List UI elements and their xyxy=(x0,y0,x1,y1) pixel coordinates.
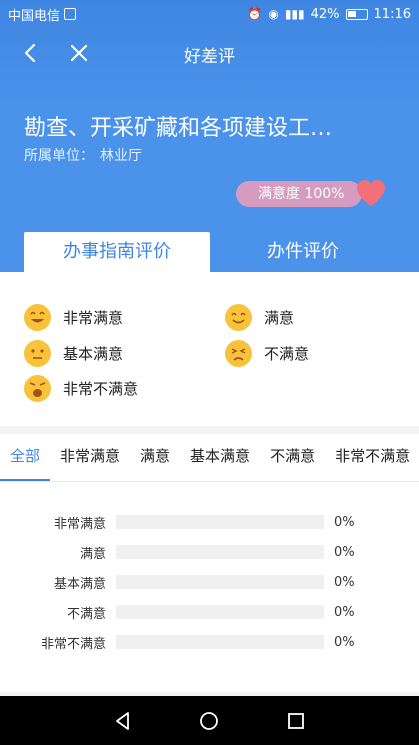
rating-percent: 0% xyxy=(334,634,355,650)
header-area: 中国电信 ⏰ ◉ ▮▮▮ 42% 11:16 好差评 勘查、开采矿藏和各项建设工… xyxy=(0,0,419,272)
satisfaction-badge: 满意度 100% xyxy=(236,181,362,207)
status-icons: ⏰ ◉ ▮▮▮ 42% 11:16 xyxy=(247,7,411,22)
legend-dissatisfied: 不满意 xyxy=(225,340,309,367)
carrier: 中国电信 xyxy=(8,5,77,24)
rating-row: 不满意 0% xyxy=(0,602,419,622)
legend-label: 不满意 xyxy=(264,345,310,363)
legend-label: 满意 xyxy=(264,309,295,327)
rating-legend: 非常满意 满意 基本满意 不满意 非常不满意 xyxy=(0,272,419,426)
legend-label: 非常不满意 xyxy=(63,380,139,398)
rating-label: 非常满意 xyxy=(53,516,106,532)
battery-percent: 42% xyxy=(310,6,340,22)
nav-bar: 好差评 xyxy=(0,28,419,80)
rating-row: 基本满意 0% xyxy=(0,572,419,592)
very-satisfied-face-icon xyxy=(24,304,51,331)
legend-very-satisfied: 非常满意 xyxy=(24,304,123,331)
system-navigation-bar xyxy=(0,696,419,745)
page-title: 好差评 xyxy=(184,47,235,67)
filter-neutral[interactable]: 基本满意 xyxy=(180,434,260,481)
satisfied-face-icon xyxy=(225,304,252,331)
filter-dissatisfied[interactable]: 不满意 xyxy=(260,434,325,481)
legend-very-dissatisfied: 非常不满意 xyxy=(24,375,138,402)
rating-bar xyxy=(116,605,324,619)
rating-row: 非常不满意 0% xyxy=(0,632,419,652)
eye-icon: ◉ xyxy=(268,7,279,21)
legend-label: 非常满意 xyxy=(63,309,124,327)
unit-label: 所属单位： xyxy=(24,148,94,164)
legend-satisfied: 满意 xyxy=(225,304,294,331)
battery-icon xyxy=(345,8,368,20)
rating-label: 非常不满意 xyxy=(40,636,106,652)
unit-value: 林业厅 xyxy=(100,148,142,164)
rating-bar xyxy=(116,545,324,559)
clock: 11:16 xyxy=(373,6,411,22)
tab-guide-evaluation[interactable]: 办事指南评价 xyxy=(24,232,210,272)
signal-icon: ▮▮▮ xyxy=(284,7,305,21)
legend-label: 基本满意 xyxy=(63,345,124,363)
rating-percent: 0% xyxy=(334,514,355,530)
rating-percent: 0% xyxy=(334,574,355,590)
neutral-face-icon xyxy=(24,340,51,367)
alarm-icon: ⏰ xyxy=(247,7,263,21)
rating-bar xyxy=(116,515,324,529)
service-title: 勘查、开采矿藏和各项建设工… xyxy=(24,116,333,141)
filter-all[interactable]: 全部 xyxy=(0,434,51,481)
carrier-name: 中国电信 xyxy=(8,8,61,24)
rating-percent: 0% xyxy=(334,604,355,620)
rating-row: 满意 0% xyxy=(0,542,419,562)
tab-case-evaluation[interactable]: 办件评价 xyxy=(210,232,396,272)
rating-bar xyxy=(116,635,324,649)
system-home-icon[interactable] xyxy=(198,710,220,732)
unit-info: 所属单位： 林业厅 xyxy=(24,145,142,165)
filter-satisfied[interactable]: 满意 xyxy=(130,434,180,481)
legend-neutral: 基本满意 xyxy=(24,340,123,367)
system-recents-icon[interactable] xyxy=(285,710,307,732)
rating-label: 基本满意 xyxy=(53,576,106,592)
status-bar: 中国电信 ⏰ ◉ ▮▮▮ 42% 11:16 xyxy=(0,0,419,28)
filter-very-satisfied[interactable]: 非常满意 xyxy=(50,434,130,481)
rating-percent: 0% xyxy=(334,544,355,560)
carrier-app-icon xyxy=(64,8,77,20)
very-dissatisfied-face-icon xyxy=(24,375,51,402)
filter-very-dissatisfied[interactable]: 非常不满意 xyxy=(325,434,419,481)
rating-label: 不满意 xyxy=(66,606,106,622)
rating-row: 非常满意 0% xyxy=(0,512,419,532)
dissatisfied-face-icon xyxy=(225,340,252,367)
system-back-icon[interactable] xyxy=(112,710,134,732)
rating-label: 满意 xyxy=(79,546,106,562)
rating-stats-panel: 全部 非常满意 满意 基本满意 不满意 非常不满意 非常满意 0% 满意 0% … xyxy=(0,434,419,692)
heart-icon xyxy=(357,180,385,206)
rating-bar xyxy=(116,575,324,589)
rating-filter-tabs: 全部 非常满意 满意 基本满意 不满意 非常不满意 xyxy=(0,434,419,482)
